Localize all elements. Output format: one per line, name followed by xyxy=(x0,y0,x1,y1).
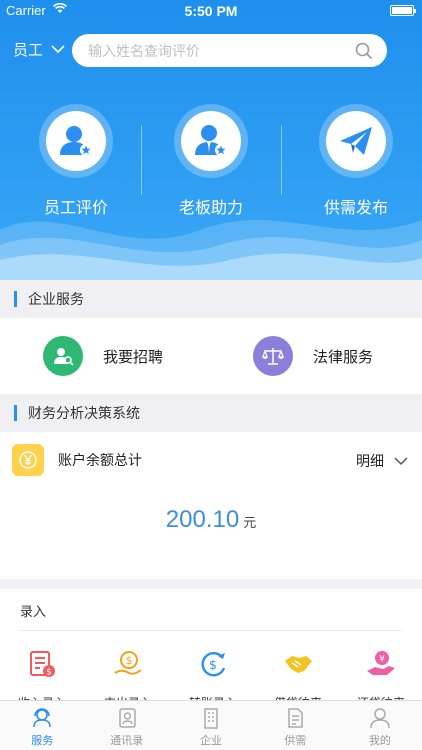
svg-text:$: $ xyxy=(46,668,52,678)
account-total-label: 账户余额总计 xyxy=(58,452,142,468)
repay-icon: ¥ xyxy=(367,651,395,675)
paper-plane-icon xyxy=(326,111,386,171)
feature-label: 供需发布 xyxy=(323,200,388,217)
service-label: 我要招聘 xyxy=(103,348,164,366)
feature-icon-ring xyxy=(39,104,113,178)
feature-label: 老板助力 xyxy=(178,200,243,217)
chevron-down-icon xyxy=(394,456,408,465)
search-icon[interactable] xyxy=(355,42,373,60)
service-icon xyxy=(33,708,52,728)
expense-record-icon: $ xyxy=(114,651,142,675)
handshake-icon xyxy=(285,656,312,673)
document-icon xyxy=(288,708,304,728)
employee-icon xyxy=(46,111,106,171)
role-selector[interactable]: 员工 xyxy=(13,39,65,60)
service-label: 法律服务 xyxy=(313,348,374,366)
search-input[interactable] xyxy=(88,42,355,59)
recruit-icon xyxy=(43,336,83,376)
enterprise-services-panel: 我要招聘 法律服务 xyxy=(0,318,422,394)
svg-text:$: $ xyxy=(126,654,133,667)
section-title: 财务分析决策系统 xyxy=(28,405,140,421)
battery-icon xyxy=(390,5,416,16)
detail-button[interactable]: 明细 xyxy=(356,451,408,471)
currency-unit: 元 xyxy=(243,515,257,530)
boss-icon xyxy=(181,111,241,171)
feature-icon-ring xyxy=(174,104,248,178)
clock: 5:50 PM xyxy=(184,3,238,19)
svg-text:¥: ¥ xyxy=(379,655,385,665)
tab-label: 通讯录 xyxy=(110,735,144,747)
contacts-icon xyxy=(118,708,136,728)
balance-display: 200.10 元 xyxy=(0,506,422,534)
yen-icon xyxy=(12,444,44,476)
detail-label: 明细 xyxy=(356,453,384,469)
divider xyxy=(281,125,282,195)
entry-title: 录入 xyxy=(20,604,47,619)
search-bar xyxy=(72,34,387,67)
balance-amount: 200.10 xyxy=(165,506,240,533)
feature-boss-help[interactable]: 老板助力 xyxy=(161,104,261,218)
tab-bar: 服务 通讯录 企业 供需 我的 xyxy=(0,700,422,750)
scales-icon xyxy=(253,336,293,376)
status-bar: Carrier 5:50 PM xyxy=(0,0,422,22)
building-icon xyxy=(204,708,218,729)
feature-label: 员工评价 xyxy=(43,200,108,217)
section-title: 企业服务 xyxy=(28,291,84,307)
tab-label: 企业 xyxy=(200,735,223,747)
tab-label: 我的 xyxy=(368,735,391,747)
role-label: 员工 xyxy=(13,42,44,59)
tab-label: 服务 xyxy=(31,735,54,747)
svg-text:$: $ xyxy=(209,658,217,672)
section-header-enterprise: 企业服务 xyxy=(0,280,422,318)
tab-label: 供需 xyxy=(284,735,307,747)
service-recruit[interactable]: 我要招聘 xyxy=(43,336,163,376)
divider xyxy=(141,125,142,195)
feature-employee-review[interactable]: 员工评价 xyxy=(26,104,126,218)
tab-enterprise[interactable]: 企业 xyxy=(169,701,253,750)
feature-icon-ring xyxy=(319,104,393,178)
tab-supply[interactable]: 供需 xyxy=(253,701,337,750)
feature-supply-demand[interactable]: 供需发布 xyxy=(306,104,406,218)
header-banner: Carrier 5:50 PM 员工 员工评价 老板助力 供需发布 xyxy=(0,0,422,280)
section-header-finance: 财务分析决策系统 xyxy=(0,394,422,432)
divider xyxy=(20,630,402,631)
service-legal[interactable]: 法律服务 xyxy=(253,336,373,376)
account-row: 账户余额总计 xyxy=(12,444,142,476)
tab-mine[interactable]: 我的 xyxy=(338,701,422,750)
section-accent-bar xyxy=(14,291,17,307)
account-balance-card: 账户余额总计 明细 200.10 元 xyxy=(0,432,422,579)
chevron-down-icon xyxy=(51,45,65,54)
section-accent-bar xyxy=(14,405,17,421)
tab-service[interactable]: 服务 xyxy=(0,701,84,750)
transfer-icon: $ xyxy=(201,652,226,677)
income-record-icon: $ xyxy=(30,651,55,678)
tab-contacts[interactable]: 通讯录 xyxy=(84,701,168,750)
user-icon xyxy=(370,708,390,729)
